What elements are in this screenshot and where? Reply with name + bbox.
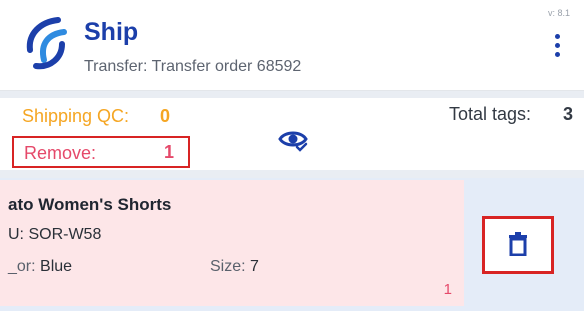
total-tags-label: Total tags:: [449, 104, 532, 124]
version-label: v: 8.1: [547, 8, 570, 18]
eye-check-icon[interactable]: [278, 128, 308, 152]
shipping-qc-count: 0: [160, 106, 171, 126]
remove-highlight: Remove: 1: [12, 136, 190, 168]
color-label: _or:: [8, 258, 36, 275]
product-sku: U: SOR-W58: [8, 226, 102, 243]
more-vertical-icon[interactable]: [552, 34, 562, 62]
transfer-subtitle: Transfer: Transfer order 68592: [84, 58, 302, 75]
remove-label: Remove:: [24, 143, 97, 163]
list-item[interactable]: ato Women's Shorts U: SOR-W58 _or: Blue …: [0, 180, 464, 306]
shipping-qc-label: Shipping QC:: [22, 106, 130, 126]
delete-button[interactable]: [482, 216, 554, 274]
total-tags-count: 3: [563, 104, 574, 124]
ship-logo-icon: [26, 17, 67, 70]
app-header: Ship Transfer: Transfer order 68592 v: 8…: [0, 0, 584, 91]
app-title: Ship: [84, 18, 139, 46]
trash-icon: [509, 232, 527, 256]
color-value: Blue: [40, 258, 73, 275]
summary-panel: Shipping QC: 0 Remove: 1 Total tags: 3: [0, 98, 584, 170]
product-name: ato Women's Shorts: [8, 195, 172, 214]
size-value: 7: [250, 258, 259, 275]
item-quantity: 1: [443, 281, 452, 298]
remove-count: 1: [164, 142, 175, 162]
size-label: Size:: [210, 258, 246, 275]
product-color: _or: Blue: [8, 258, 72, 276]
product-size: Size: 7: [210, 258, 259, 276]
